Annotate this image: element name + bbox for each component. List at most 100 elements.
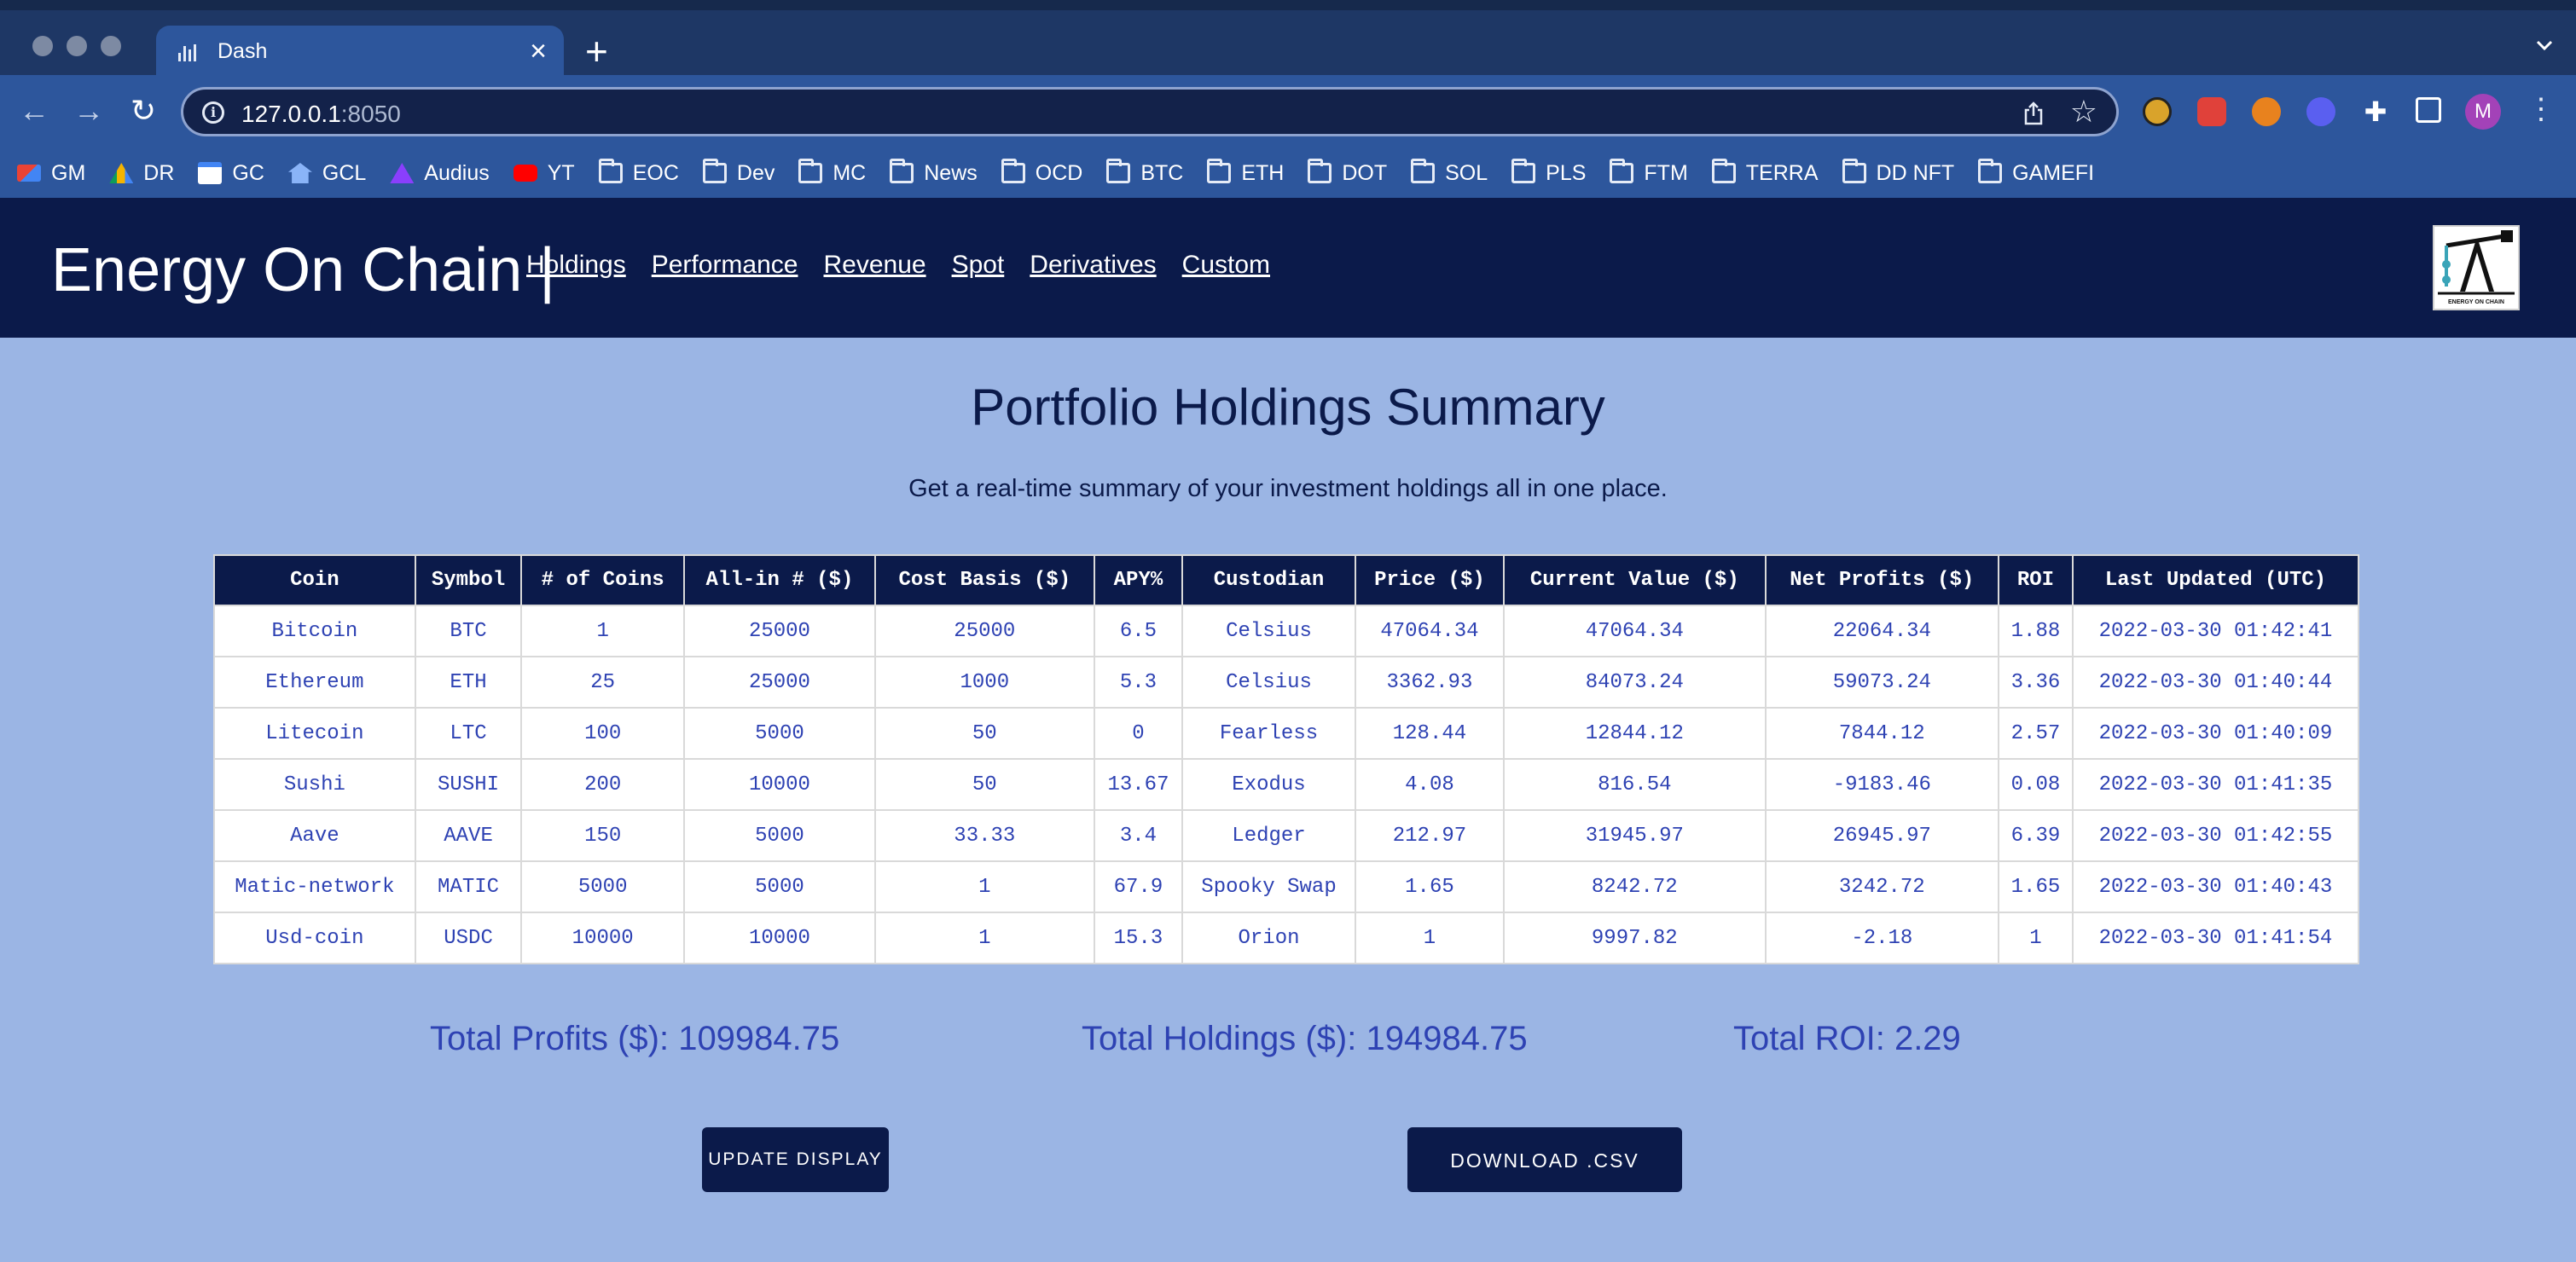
more-menu-icon[interactable]: ⋮ (2527, 92, 2556, 126)
youtube-icon (513, 165, 537, 182)
nav-link-custom[interactable]: Custom (1182, 251, 1270, 280)
table-cell: 5000 (683, 860, 876, 913)
table-cell: 10000 (683, 912, 876, 964)
bookmark-dev[interactable]: Dev (702, 159, 775, 186)
table-cell: 12844.12 (1503, 707, 1767, 760)
folder-icon (1411, 159, 1436, 183)
update-display-button[interactable]: UPDATE DISPLAY (702, 1127, 889, 1192)
nav-link-performance[interactable]: Performance (652, 251, 798, 280)
bookmark-label: News (924, 160, 978, 185)
minimize-window-button[interactable] (67, 36, 87, 56)
bookmark-news[interactable]: News (890, 159, 978, 186)
back-arrow-icon[interactable]: ← (17, 94, 51, 128)
bookmark-terra[interactable]: TERRA (1711, 159, 1819, 186)
chevron-down-icon[interactable] (2535, 36, 2554, 55)
profile-avatar[interactable]: M (2465, 94, 2501, 130)
table-cell: 50 (873, 707, 1095, 760)
info-icon[interactable]: i (202, 101, 224, 124)
table-cell: Matic-network (213, 860, 416, 913)
table-cell: 5000 (683, 707, 876, 760)
bookmark-pls[interactable]: PLS (1511, 159, 1586, 186)
maximize-window-button[interactable] (101, 36, 121, 56)
close-window-button[interactable] (32, 36, 53, 56)
bookmark-eth[interactable]: ETH (1207, 159, 1284, 186)
table-cell: 26945.97 (1764, 809, 2000, 862)
reload-icon[interactable]: ↻ (126, 94, 160, 128)
bookmark-eoc[interactable]: EOC (598, 159, 679, 186)
bookmark-yt[interactable]: YT (513, 161, 575, 186)
extension-4-icon[interactable] (2306, 97, 2335, 126)
table-cell: 1 (1354, 912, 1506, 964)
dash-favicon-icon (178, 43, 197, 61)
bookmark-gcl[interactable]: GCL (287, 160, 367, 186)
app-navbar: Energy On Chain | Holdings Performance R… (0, 198, 2576, 338)
bookmark-btc[interactable]: BTC (1106, 159, 1183, 186)
bookmark-audius[interactable]: Audius (390, 161, 490, 186)
gmail-icon (17, 165, 41, 182)
share-icon[interactable] (2022, 101, 2045, 125)
table-cell: -2.18 (1764, 912, 2000, 964)
browser-toolbar: ← → ↻ i 127.0.0.1:8050 ☆ ✚ M ⋮ (0, 75, 2576, 148)
download-csv-button[interactable]: DOWNLOAD .CSV (1407, 1127, 1682, 1192)
bookmark-label: GCL (322, 160, 367, 185)
table-cell: Litecoin (213, 707, 416, 760)
column-header: Price ($) (1354, 554, 1506, 606)
bookmark-dr[interactable]: DR (109, 161, 174, 186)
folder-icon (1978, 159, 2003, 183)
bookmark-ocd[interactable]: OCD (1001, 159, 1082, 186)
address-bar[interactable]: i 127.0.0.1:8050 ☆ (181, 87, 2119, 136)
table-cell: 2022-03-30 01:41:54 (2071, 912, 2360, 964)
bookmark-star-icon[interactable]: ☆ (2070, 95, 2097, 129)
close-tab-icon[interactable]: × (530, 34, 547, 68)
bookmark-dd-nft[interactable]: DD NFT (1842, 159, 1955, 186)
folder-icon (1511, 159, 1536, 183)
bookmark-gc[interactable]: GC (198, 161, 264, 186)
bookmark-dot[interactable]: DOT (1308, 159, 1387, 186)
bookmark-gamefi[interactable]: GAMEFI (1978, 159, 2094, 186)
table-cell: 50 (873, 758, 1095, 811)
nav-link-holdings[interactable]: Holdings (526, 251, 626, 280)
table-cell: 212.97 (1354, 809, 1506, 862)
url-text[interactable]: 127.0.0.1:8050 (241, 101, 401, 128)
puzzle-extensions-icon[interactable]: ✚ (2361, 97, 2390, 126)
table-cell: Spooky Swap (1181, 860, 1356, 913)
bookmark-sol[interactable]: SOL (1411, 159, 1488, 186)
forward-arrow-icon[interactable]: → (72, 94, 106, 128)
table-cell: 47064.34 (1503, 605, 1767, 657)
bookmarks-bar: GM DR GC GCL Audius YT EOC Dev MC News OCD BTC ETH DO… (0, 148, 2576, 198)
nav-link-revenue[interactable]: Revenue (823, 251, 925, 280)
calendar-icon (198, 162, 223, 184)
browser-tab-active[interactable]: Dash × (156, 26, 564, 77)
table-cell: 8242.72 (1503, 860, 1767, 913)
table-row: Sushi SUSHI 200 10000 50 13.67 Exodus 4.08 816.5… (213, 758, 2360, 811)
folder-icon (1106, 159, 1131, 183)
bookmark-gm[interactable]: GM (17, 161, 85, 186)
nav-link-spot[interactable]: Spot (952, 251, 1005, 280)
table-cell: 15.3 (1093, 912, 1184, 964)
bookmark-label: MC (833, 160, 867, 185)
extension-1-icon[interactable] (2143, 97, 2172, 126)
side-panel-icon[interactable] (2416, 97, 2441, 123)
metamask-icon[interactable] (2252, 97, 2281, 126)
table-cell: Fearless (1181, 707, 1356, 760)
table-cell: 4.08 (1354, 758, 1506, 811)
extension-2-icon[interactable] (2197, 97, 2226, 126)
drive-icon (109, 163, 134, 183)
column-header: Current Value ($) (1503, 554, 1767, 606)
table-cell: 47064.34 (1354, 605, 1506, 657)
bookmark-label: DD NFT (1876, 160, 1955, 185)
oil-pump-icon (2438, 230, 2515, 295)
brand-title: Energy On Chain | (51, 236, 556, 304)
bookmark-mc[interactable]: MC (798, 159, 867, 186)
bookmark-ftm[interactable]: FTM (1610, 159, 1688, 186)
table-cell: Usd-coin (213, 912, 416, 964)
table-cell: 2022-03-30 01:42:41 (2071, 605, 2360, 657)
table-row: Ethereum ETH 25 25000 1000 5.3 Celsius 3362.93 8… (213, 656, 2360, 709)
table-cell: USDC (414, 912, 523, 964)
nav-link-derivatives[interactable]: Derivatives (1030, 251, 1156, 280)
new-tab-icon[interactable]: + (585, 31, 608, 72)
table-cell: Orion (1181, 912, 1356, 964)
table-cell: 1.65 (1354, 860, 1506, 913)
column-header: # of Coins (520, 554, 686, 606)
table-cell: 13.67 (1093, 758, 1184, 811)
